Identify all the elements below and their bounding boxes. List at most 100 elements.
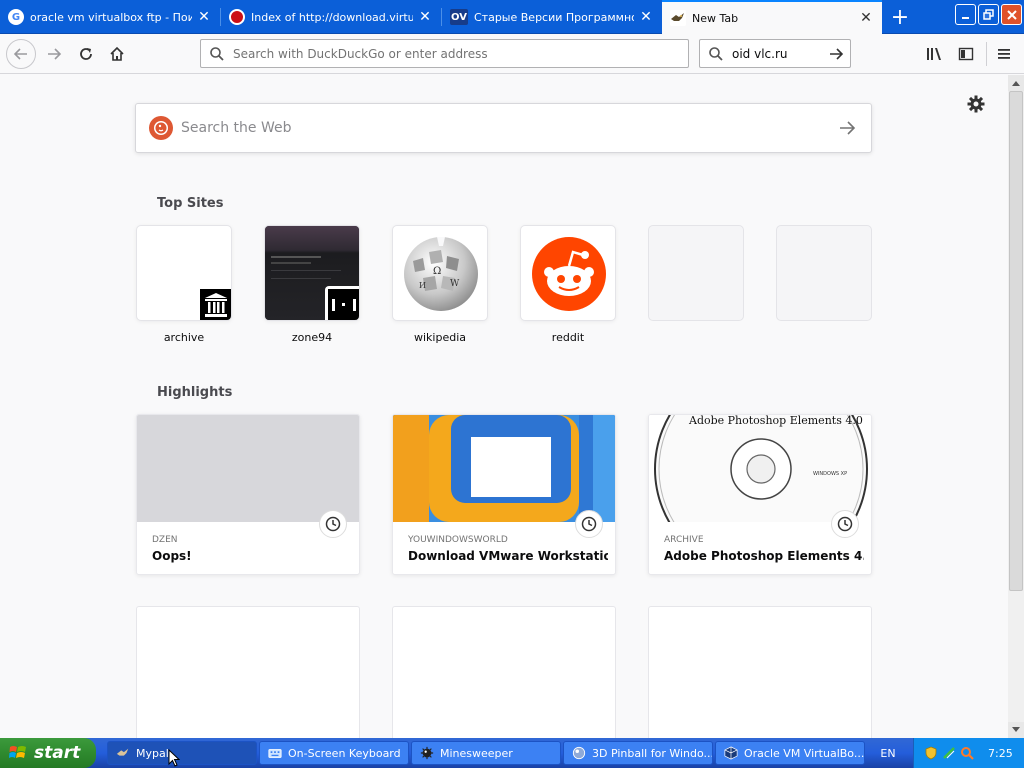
tab-label: New Tab <box>692 11 739 25</box>
windows-taskbar: start Mypal On-Screen Keyboard Minesweep… <box>0 738 1024 768</box>
scroll-up-arrow[interactable] <box>1008 75 1024 91</box>
highlight-card-empty <box>392 606 616 738</box>
taskbar-item-keyboard[interactable]: On-Screen Keyboard <box>259 741 409 765</box>
search-submit-arrow-icon[interactable] <box>837 118 857 138</box>
language-indicator[interactable]: EN <box>868 738 908 768</box>
new-tab-button[interactable]: + <box>884 0 916 34</box>
search-bar-value: oid vlc.ru <box>732 46 788 61</box>
top-site-archive[interactable] <box>136 225 232 321</box>
search-bar[interactable]: oid vlc.ru <box>699 39 851 68</box>
mouse-cursor-icon <box>168 749 180 767</box>
svg-text:W: W <box>450 279 460 289</box>
archive-icon <box>197 286 231 320</box>
scroll-thumb[interactable] <box>1009 91 1023 591</box>
go-arrow-icon[interactable] <box>828 46 844 62</box>
photoshop-cd-image: Adobe Photoshop Elements 4.0 WINDOWS XP <box>649 415 871 522</box>
taskbar-item-minesweeper[interactable]: Minesweeper <box>411 741 561 765</box>
web-search-box[interactable]: Search the Web <box>135 103 872 153</box>
top-site-label: zone94 <box>291 331 333 344</box>
security-shield-icon[interactable] <box>924 746 938 760</box>
tab-strip: G oracle vm virtualbox ftp - Поиск ✕ Ind… <box>0 0 1024 34</box>
mypal-icon <box>116 748 129 756</box>
search-tray-icon[interactable] <box>960 746 974 760</box>
new-tab-page: Search the Web Top Sites archive zone94 <box>0 75 1008 738</box>
hamburger-menu-icon <box>998 49 1010 59</box>
tab-label: Старые Версии Программное обе <box>474 10 634 24</box>
settings-button[interactable] <box>966 94 988 116</box>
highlight-card-vmware[interactable]: YOUWINDOWSWORLD Download VMware Workstat… <box>392 414 616 575</box>
highlight-card-dzen[interactable]: DZEN Oops! <box>136 414 360 575</box>
scroll-down-arrow[interactable] <box>1008 722 1024 738</box>
clock-icon <box>831 510 859 538</box>
top-site-empty[interactable] <box>776 225 872 321</box>
vertical-scrollbar[interactable] <box>1008 75 1024 738</box>
keyboard-icon <box>268 749 282 758</box>
highlight-title: Oops! <box>152 549 192 563</box>
top-site-label: archive <box>163 331 205 344</box>
close-icon[interactable]: ✕ <box>417 9 433 25</box>
top-site-zone94[interactable] <box>264 225 360 321</box>
taskbar-item-label: Minesweeper <box>440 746 513 760</box>
sidebar-icon <box>958 47 974 61</box>
taskbar-item-virtualbox[interactable]: Oracle VM VirtualBo... <box>715 741 865 765</box>
library-button[interactable] <box>920 40 948 68</box>
menu-button[interactable] <box>990 40 1018 68</box>
tab-old-versions[interactable]: OV Старые Версии Программное обе ✕ <box>442 0 662 34</box>
sidebar-button[interactable] <box>952 40 980 68</box>
network-icon[interactable] <box>942 746 956 760</box>
svg-text:Ω: Ω <box>433 266 441 277</box>
forward-button[interactable] <box>40 40 68 68</box>
tab-label: oracle vm virtualbox ftp - Поиск <box>30 10 192 24</box>
taskbar-item-label: Oracle VM VirtualBo... <box>744 746 865 760</box>
minimize-icon <box>961 16 969 19</box>
google-icon: G <box>8 9 24 25</box>
close-window-button[interactable] <box>1001 4 1022 25</box>
navigation-toolbar: Search with DuckDuckGo or enter address … <box>0 34 1024 74</box>
minesweeper-icon <box>420 746 434 760</box>
cd-subtitle: WINDOWS XP <box>813 471 848 477</box>
address-placeholder: Search with DuckDuckGo or enter address <box>233 46 488 61</box>
close-icon[interactable]: ✕ <box>196 9 212 25</box>
clock-icon <box>319 510 347 538</box>
top-site-label: reddit <box>551 331 585 344</box>
top-site-reddit[interactable] <box>520 225 616 321</box>
top-site-wikipedia[interactable]: Ω W И <box>392 225 488 321</box>
tab-new-tab[interactable]: New Tab ✕ <box>662 0 882 34</box>
reload-button[interactable] <box>72 40 100 68</box>
tab-virtualbox-index[interactable]: Index of http://download.virtualbox ✕ <box>221 0 441 34</box>
virtualbox-icon <box>724 746 738 760</box>
top-site-empty[interactable] <box>648 225 744 321</box>
clock-icon <box>575 510 603 538</box>
close-icon[interactable]: ✕ <box>858 10 874 26</box>
windows-logo-icon <box>9 746 26 758</box>
tab-google-search[interactable]: G oracle vm virtualbox ftp - Поиск ✕ <box>0 0 220 34</box>
start-label: start <box>34 743 81 763</box>
highlight-card-photoshop[interactable]: Adobe Photoshop Elements 4.0 WINDOWS XP … <box>648 414 872 575</box>
library-icon <box>927 48 941 60</box>
home-button[interactable] <box>103 40 131 68</box>
restore-icon <box>983 9 994 20</box>
taskbar-item-pinball[interactable]: 3D Pinball for Windo... <box>563 741 713 765</box>
highlights-title: Highlights <box>157 385 233 400</box>
close-icon[interactable]: ✕ <box>638 9 654 25</box>
start-button[interactable]: start <box>0 738 96 768</box>
wikipedia-globe-icon: Ω W И <box>404 237 478 311</box>
reload-icon <box>80 48 92 60</box>
highlight-source: YOUWINDOWSWORLD <box>408 535 508 545</box>
mypal-icon <box>670 10 686 26</box>
minimize-button[interactable] <box>955 4 976 25</box>
taskbar-item-mypal[interactable]: Mypal <box>107 741 257 765</box>
web-search-placeholder: Search the Web <box>181 120 292 136</box>
gear-icon <box>967 95 985 113</box>
highlight-image <box>137 415 359 522</box>
taskbar-item-label: 3D Pinball for Windo... <box>592 746 713 760</box>
address-bar[interactable]: Search with DuckDuckGo or enter address <box>200 39 689 68</box>
top-site-label: wikipedia <box>413 331 466 344</box>
ov-icon: OV <box>450 9 468 25</box>
top-sites-title: Top Sites <box>157 196 224 211</box>
back-button[interactable] <box>6 39 36 69</box>
highlight-source: ARCHIVE <box>664 535 704 545</box>
zone94-icon <box>325 286 359 320</box>
restore-button[interactable] <box>978 4 999 25</box>
cd-title: Adobe Photoshop Elements 4.0 <box>689 415 863 427</box>
